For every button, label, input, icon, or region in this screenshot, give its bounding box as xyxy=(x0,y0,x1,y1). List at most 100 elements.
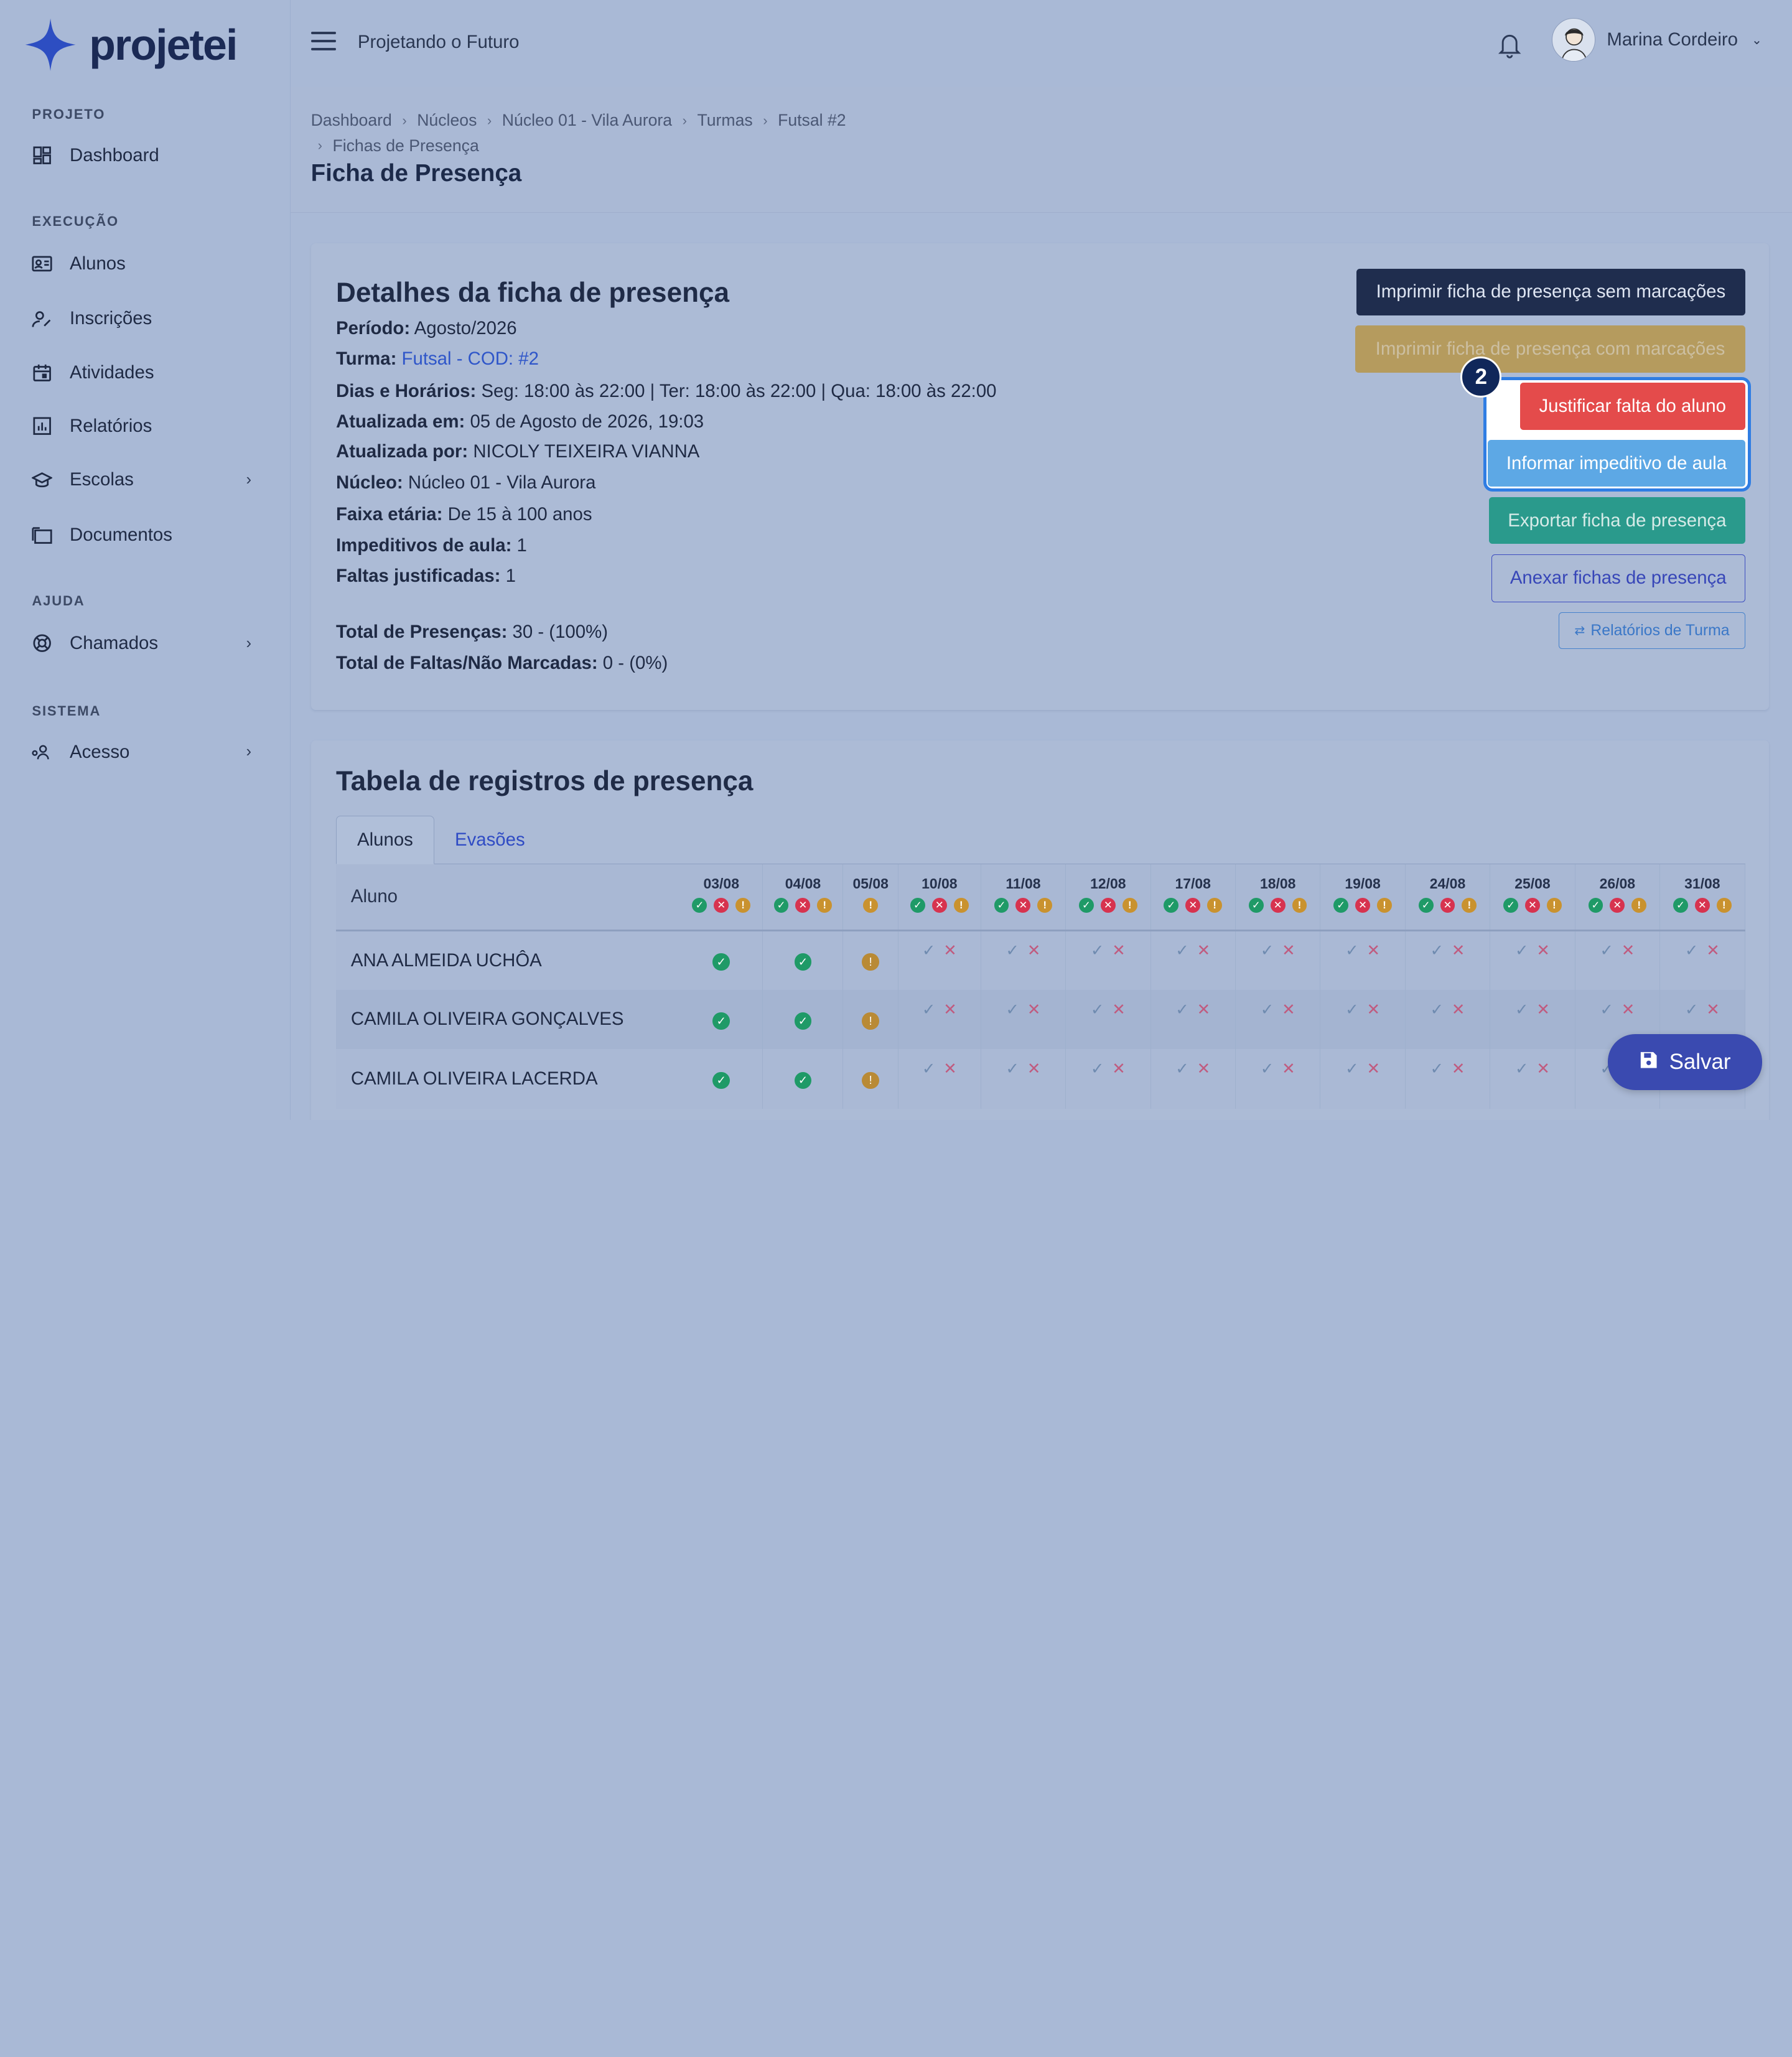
mark-all-present-icon[interactable]: ✓ xyxy=(1673,898,1688,913)
print-with-marks-button[interactable]: Imprimir ficha de presença com marcações xyxy=(1355,325,1745,373)
mark-all-impediment-icon[interactable]: ! xyxy=(1462,898,1477,913)
breadcrumb-link[interactable]: Turmas xyxy=(697,111,752,130)
mark-present-icon[interactable]: ✓ xyxy=(1430,941,1444,960)
mark-all-impediment-icon[interactable]: ! xyxy=(1122,898,1137,913)
mark-all-absent-icon[interactable]: ✕ xyxy=(1100,898,1116,913)
attach-attendance-button[interactable]: Anexar fichas de presença xyxy=(1491,554,1745,602)
mark-absent-icon[interactable]: ✕ xyxy=(1706,1001,1720,1019)
menu-icon[interactable] xyxy=(310,32,336,52)
mark-all-impediment-icon[interactable]: ! xyxy=(817,898,833,913)
mark-all-impediment-icon[interactable]: ! xyxy=(735,898,751,913)
mark-all-absent-icon[interactable]: ✕ xyxy=(1524,898,1540,913)
print-without-marks-button[interactable]: Imprimir ficha de presença sem marcações xyxy=(1356,268,1745,315)
mark-all-impediment-icon[interactable]: ! xyxy=(1207,898,1223,913)
mark-absent-icon[interactable]: ✕ xyxy=(1452,1001,1465,1019)
mark-all-absent-icon[interactable]: ✕ xyxy=(1015,898,1031,913)
mark-absent-icon[interactable]: ✕ xyxy=(1706,941,1720,960)
mark-all-present-icon[interactable]: ✓ xyxy=(994,898,1009,913)
mark-absent-icon[interactable]: ✕ xyxy=(1367,941,1381,960)
mark-all-impediment-icon[interactable]: ! xyxy=(1292,898,1307,913)
mark-all-present-icon[interactable]: ✓ xyxy=(1503,898,1518,913)
tab-evasoes[interactable]: Evasões xyxy=(434,816,546,864)
sidebar-item-chamados[interactable]: Chamados › xyxy=(32,623,256,664)
breadcrumb-link[interactable]: Futsal #2 xyxy=(778,111,846,130)
mark-all-absent-icon[interactable]: ✕ xyxy=(795,898,811,913)
mark-all-present-icon[interactable]: ✓ xyxy=(1418,898,1434,913)
mark-absent-icon[interactable]: ✕ xyxy=(1536,1001,1550,1019)
mark-present-icon[interactable]: ✓ xyxy=(1430,1001,1444,1019)
mark-all-impediment-icon[interactable]: ! xyxy=(1037,898,1053,913)
mark-absent-icon[interactable]: ✕ xyxy=(1027,1001,1041,1019)
mark-present-icon[interactable]: ✓ xyxy=(1685,1001,1699,1019)
mark-all-absent-icon[interactable]: ✕ xyxy=(1694,898,1710,913)
mark-absent-icon[interactable]: ✕ xyxy=(1027,941,1041,960)
mark-all-present-icon[interactable]: ✓ xyxy=(1248,898,1264,913)
mark-all-present-icon[interactable]: ✓ xyxy=(692,898,707,913)
mark-all-present-icon[interactable]: ✓ xyxy=(1588,898,1603,913)
mark-present-icon[interactable]: ✓ xyxy=(1345,1001,1359,1019)
mark-absent-icon[interactable]: ✕ xyxy=(1536,1060,1550,1078)
mark-all-present-icon[interactable]: ✓ xyxy=(1164,898,1179,913)
save-button[interactable]: Salvar xyxy=(1608,1034,1763,1091)
breadcrumb-link[interactable]: Núcleo 01 - Vila Aurora xyxy=(502,111,672,130)
mark-all-present-icon[interactable]: ✓ xyxy=(1333,898,1349,913)
mark-present-icon[interactable]: ✓ xyxy=(1430,1060,1444,1078)
bell-icon[interactable] xyxy=(1497,31,1522,58)
mark-present-icon[interactable]: ✓ xyxy=(922,1001,936,1019)
sidebar-item-alunos[interactable]: Alunos xyxy=(32,243,256,284)
mark-absent-icon[interactable]: ✕ xyxy=(1197,941,1211,960)
mark-present-icon[interactable]: ✓ xyxy=(1006,941,1019,960)
mark-absent-icon[interactable]: ✕ xyxy=(1112,1001,1126,1019)
sidebar-item-escolas[interactable]: Escolas › xyxy=(32,459,256,500)
mark-present-icon[interactable]: ✓ xyxy=(922,1060,936,1078)
breadcrumb-link[interactable]: Dashboard xyxy=(311,111,392,130)
mark-all-impediment-icon[interactable]: ! xyxy=(863,898,879,913)
mark-all-impediment-icon[interactable]: ! xyxy=(1546,898,1562,913)
impediment-mark-icon[interactable]: ! xyxy=(862,1071,879,1089)
mark-absent-icon[interactable]: ✕ xyxy=(1622,1001,1635,1019)
mark-present-icon[interactable]: ✓ xyxy=(1091,1001,1104,1019)
justify-absence-button[interactable]: Justificar falta do aluno xyxy=(1519,383,1745,430)
mark-absent-icon[interactable]: ✕ xyxy=(1452,941,1465,960)
export-attendance-button[interactable]: Exportar ficha de presença xyxy=(1489,497,1745,544)
inform-impediment-button[interactable]: Informar impeditivo de aula xyxy=(1488,440,1745,487)
mark-present-icon[interactable]: ✓ xyxy=(1175,1001,1189,1019)
mark-absent-icon[interactable]: ✕ xyxy=(1367,1001,1381,1019)
mark-present-icon[interactable]: ✓ xyxy=(1515,941,1529,960)
mark-present-icon[interactable]: ✓ xyxy=(1006,1001,1019,1019)
mark-absent-icon[interactable]: ✕ xyxy=(1027,1060,1041,1078)
mark-present-icon[interactable]: ✓ xyxy=(1515,1060,1529,1078)
mark-absent-icon[interactable]: ✕ xyxy=(1197,1060,1211,1078)
mark-all-absent-icon[interactable]: ✕ xyxy=(1610,898,1625,913)
mark-present-icon[interactable]: ✓ xyxy=(1261,1060,1274,1078)
mark-all-present-icon[interactable]: ✓ xyxy=(910,898,925,913)
sidebar-item-relatorios[interactable]: Relatórios xyxy=(32,406,256,447)
class-reports-button[interactable]: ⇄ Relatórios de Turma xyxy=(1559,612,1745,650)
present-mark-icon[interactable]: ✓ xyxy=(712,1012,730,1030)
mark-absent-icon[interactable]: ✕ xyxy=(1282,1060,1295,1078)
mark-present-icon[interactable]: ✓ xyxy=(1261,1001,1274,1019)
mark-present-icon[interactable]: ✓ xyxy=(1345,941,1359,960)
mark-present-icon[interactable]: ✓ xyxy=(1175,941,1189,960)
mark-present-icon[interactable]: ✓ xyxy=(1091,1060,1104,1078)
present-mark-icon[interactable]: ✓ xyxy=(794,1012,812,1030)
tab-alunos[interactable]: Alunos xyxy=(335,816,434,864)
mark-present-icon[interactable]: ✓ xyxy=(1600,1001,1613,1019)
mark-absent-icon[interactable]: ✕ xyxy=(943,941,957,960)
sidebar-item-dashboard[interactable]: Dashboard xyxy=(32,135,256,176)
sidebar-item-inscricoes[interactable]: Inscrições xyxy=(32,298,256,339)
mark-absent-icon[interactable]: ✕ xyxy=(1367,1060,1381,1078)
mark-present-icon[interactable]: ✓ xyxy=(1175,1060,1189,1078)
mark-present-icon[interactable]: ✓ xyxy=(1345,1060,1359,1078)
mark-absent-icon[interactable]: ✕ xyxy=(1112,941,1126,960)
mark-absent-icon[interactable]: ✕ xyxy=(943,1001,957,1019)
mark-absent-icon[interactable]: ✕ xyxy=(1282,941,1295,960)
mark-present-icon[interactable]: ✓ xyxy=(1261,941,1274,960)
turma-link[interactable]: Futsal - COD: #2 xyxy=(402,348,539,369)
mark-absent-icon[interactable]: ✕ xyxy=(943,1060,957,1078)
mark-all-absent-icon[interactable]: ✕ xyxy=(1185,898,1201,913)
mark-all-absent-icon[interactable]: ✕ xyxy=(931,898,947,913)
mark-all-absent-icon[interactable]: ✕ xyxy=(1440,898,1455,913)
present-mark-icon[interactable]: ✓ xyxy=(712,1071,730,1089)
mark-absent-icon[interactable]: ✕ xyxy=(1536,941,1550,960)
